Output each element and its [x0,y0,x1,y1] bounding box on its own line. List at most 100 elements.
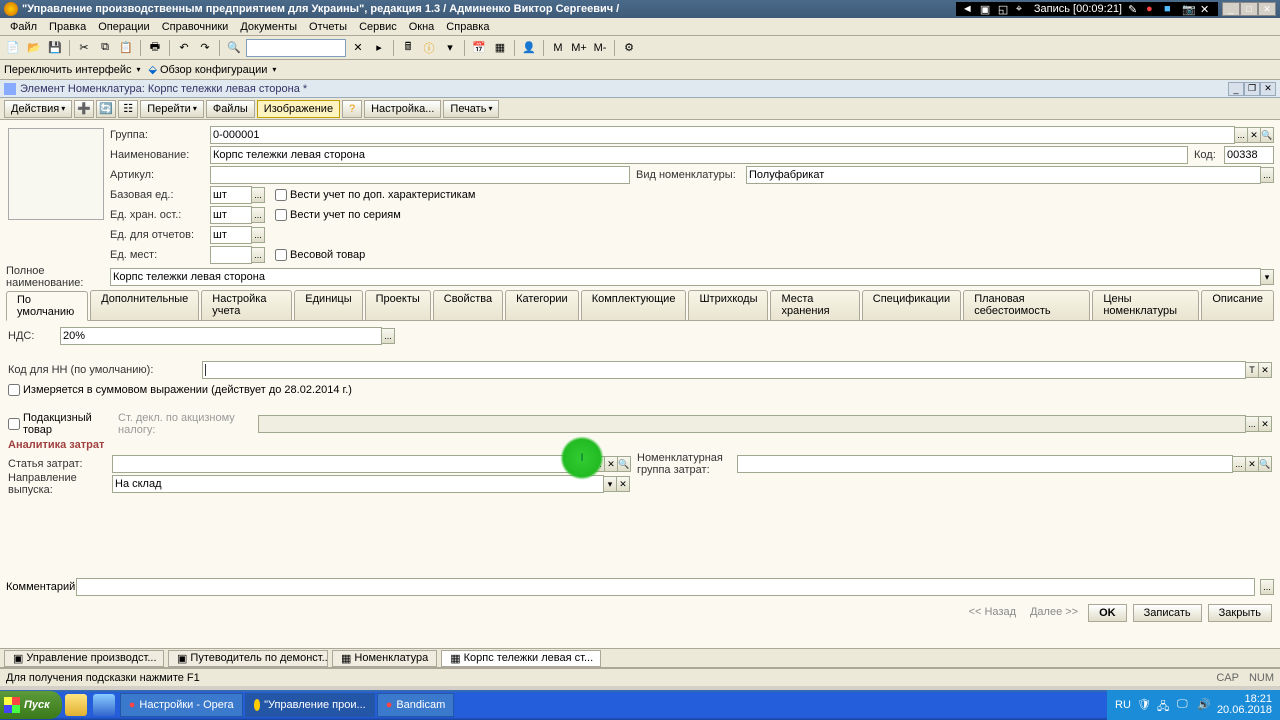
grid-icon[interactable]: ▦ [491,39,509,57]
next-button[interactable]: Далее >> [1026,604,1082,622]
save-button[interactable]: Записать [1133,604,1202,622]
tab-prices[interactable]: Цены номенклатуры [1092,290,1199,320]
reportunit-field[interactable]: шт [210,226,252,244]
tab-plancost[interactable]: Плановая себестоимость [963,290,1090,320]
quick-save-icon[interactable] [93,694,115,716]
storeunit-select-button[interactable]: ... [251,207,265,223]
search-icon[interactable]: 🔍 [225,39,243,57]
nncode-clear-button[interactable]: ✕ [1258,362,1272,378]
tray-volume-icon[interactable]: 🔊 [1197,698,1211,712]
actions-button[interactable]: Действия [4,100,72,118]
help-icon[interactable]: ⓘ [420,39,438,57]
tab-barcodes[interactable]: Штрихкоды [688,290,768,320]
m-plus-icon[interactable]: M+ [570,39,588,57]
start-button[interactable]: Пуск [0,691,62,719]
undo-icon[interactable]: ↶ [175,39,193,57]
wtab-0[interactable]: ▣Управление производст... [4,650,164,667]
menu-windows[interactable]: Окна [403,21,441,33]
tray-shield-icon[interactable]: 🛡 [1137,698,1151,712]
close-button[interactable]: ✕ [1258,2,1276,16]
tab-specs[interactable]: Спецификации [862,290,961,320]
outputdir-dropdown-button[interactable]: ▾ [603,476,617,492]
switch-interface-button[interactable]: Переключить интерфейс [4,64,141,76]
save-icon[interactable]: 💾 [46,39,64,57]
back-button[interactable]: << Назад [965,604,1020,622]
tab-default[interactable]: По умолчанию [6,291,88,321]
outputdir-clear-button[interactable]: ✕ [616,476,630,492]
weight-checkbox[interactable] [275,249,287,261]
costitem-open-button[interactable]: 🔍 [617,456,631,472]
image-button[interactable]: Изображение [257,100,340,118]
rec-stop-icon[interactable]: ■ [1164,3,1176,15]
name-field[interactable]: Корпс тележки левая сторона [210,146,1188,164]
print-button[interactable]: Печать [443,100,499,118]
search-clear-icon[interactable]: ✕ [349,39,367,57]
redo-icon[interactable]: ↷ [196,39,214,57]
rec-record-icon[interactable]: ● [1146,3,1158,15]
fullname-field[interactable]: Корпс тележки левая сторона [110,268,1261,286]
nomgroup-clear-button[interactable]: ✕ [1245,456,1259,472]
calc-icon[interactable]: 🖩 [399,39,417,57]
article-field[interactable] [210,166,630,184]
setup-button[interactable]: Настройка... [364,100,441,118]
rec-close-icon[interactable]: ✕ [1200,3,1212,15]
hierarchy-icon[interactable]: ☷ [118,100,138,118]
new-icon[interactable]: 📄 [4,39,22,57]
tab-description[interactable]: Описание [1201,290,1274,320]
tab-projects[interactable]: Проекты [365,290,431,320]
config-overview-button[interactable]: ⬙Обзор конфигурации [149,63,277,76]
files-button[interactable]: Файлы [206,100,255,118]
reportunit-select-button[interactable]: ... [251,227,265,243]
minimize-button[interactable]: _ [1222,2,1240,16]
menu-documents[interactable]: Документы [234,21,303,33]
comment-select-button[interactable]: ... [1260,579,1274,595]
menu-edit[interactable]: Правка [43,21,92,33]
goto-button[interactable]: Перейти [140,100,204,118]
costitem-select-button[interactable]: ... [591,456,605,472]
char-checkbox[interactable] [275,189,287,201]
measured-checkbox[interactable] [8,384,20,396]
wtab-1[interactable]: ▣Путеводитель по демонст... [168,650,328,667]
nncode-field[interactable] [202,361,1246,379]
maximize-button[interactable]: □ [1240,2,1258,16]
props-icon[interactable]: ⚙ [620,39,638,57]
open-icon[interactable]: 📂 [25,39,43,57]
search-input[interactable] [246,39,346,57]
rec-target-icon[interactable]: ⌖ [1016,3,1028,15]
task-bandicam[interactable]: ●Bandicam [377,693,455,717]
vat-field[interactable]: 20% [60,327,382,345]
print-icon[interactable]: 🖶 [146,39,164,57]
form-restore-button[interactable]: ❐ [1244,82,1260,96]
tab-accounting[interactable]: Настройка учета [201,290,292,320]
tray-network-icon[interactable]: 🖧 [1157,698,1171,712]
tab-components[interactable]: Комплектующие [581,290,687,320]
system-tray[interactable]: RU 🛡 🖧 🖵 🔊 18:21 20.06.2018 [1107,690,1280,720]
nomtype-select-button[interactable]: ... [1260,167,1274,183]
m-minus-icon[interactable]: M- [591,39,609,57]
add-subitem-icon[interactable]: ➕ [74,100,94,118]
tab-units[interactable]: Единицы [294,290,362,320]
wtab-2[interactable]: ▦Номенклатура [332,650,437,667]
nomtype-field[interactable]: Полуфабрикат [746,166,1261,184]
group-clear-button[interactable]: ✕ [1247,127,1261,143]
excisedecl-select-button[interactable]: ... [1245,416,1259,432]
tab-storage[interactable]: Места хранения [770,290,859,320]
recording-widget[interactable]: ◄ ▣ ◱ ⌖ Запись [00:09:21] ✎ ● ■ 📷 ✕ [956,2,1218,16]
image-thumbnail[interactable] [8,128,104,220]
task-opera[interactable]: ●Настройки - Opera [120,693,243,717]
form-minimize-button[interactable]: _ [1228,82,1244,96]
costitem-field[interactable] [112,455,592,473]
placeunit-select-button[interactable]: ... [251,247,265,263]
user-icon[interactable]: 👤 [520,39,538,57]
paste-icon[interactable]: 📋 [117,39,135,57]
task-1c[interactable]: "Управление прои... [245,693,375,717]
baseunit-field[interactable]: шт [210,186,252,204]
m-icon[interactable]: M [549,39,567,57]
nncode-t-button[interactable]: T [1245,362,1259,378]
rec-crop-icon[interactable]: ◱ [998,3,1010,15]
form-close-button[interactable]: ✕ [1260,82,1276,96]
menu-service[interactable]: Сервис [353,21,403,33]
menu-help[interactable]: Справка [440,21,495,33]
tab-categories[interactable]: Категории [505,290,579,320]
rec-fullscreen-icon[interactable]: ▣ [980,3,992,15]
